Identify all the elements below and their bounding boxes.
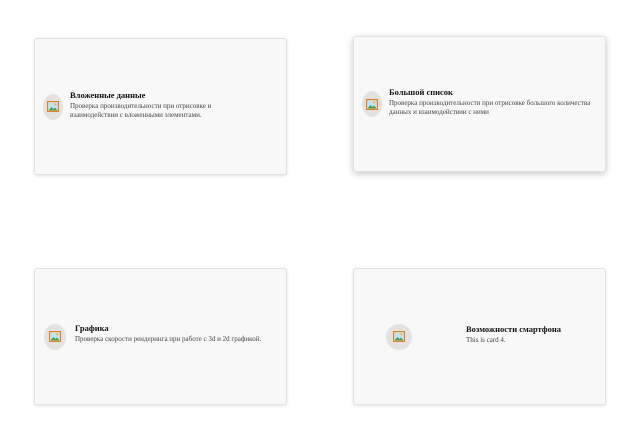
page: Вложенные данные Проверка производительн… xyxy=(0,0,640,442)
image-placeholder-icon xyxy=(366,98,378,110)
card-smartphone-features[interactable]: Возможности смартфона This is card 4. xyxy=(353,268,606,405)
card-thumbnail xyxy=(362,91,382,117)
image-placeholder-icon xyxy=(393,331,405,342)
card-text: Возможности смартфона This is card 4. xyxy=(466,324,569,345)
card-thumbnail xyxy=(386,323,412,350)
card-description: Проверка производительности при отрисовк… xyxy=(70,101,212,119)
card-title: Вложенные данные xyxy=(70,89,146,100)
image-placeholder-icon xyxy=(49,331,61,342)
card-thumbnail xyxy=(43,93,63,120)
card-text: Вложенные данные Проверка производительн… xyxy=(70,90,268,120)
image-placeholder-icon xyxy=(47,101,59,112)
card-description: Проверка производительности при отрисовк… xyxy=(389,99,591,116)
card-description: This is card 4. xyxy=(466,336,506,344)
card-large-list[interactable]: Большой список Проверка производительнос… xyxy=(353,36,606,172)
card-thumbnail xyxy=(44,323,66,350)
card-text: Графика Проверка скорости рендеринга при… xyxy=(75,323,283,344)
card-description: Проверка скорости рендеринга при работе … xyxy=(75,335,262,343)
card-graphics[interactable]: Графика Проверка скорости рендеринга при… xyxy=(34,268,287,405)
card-nested-data[interactable]: Вложенные данные Проверка производительн… xyxy=(34,38,287,175)
card-text: Большой список Проверка производительнос… xyxy=(389,87,609,117)
card-title: Графика xyxy=(75,323,109,333)
card-title: Большой список xyxy=(389,87,453,97)
card-title: Возможности смартфона xyxy=(466,324,562,334)
